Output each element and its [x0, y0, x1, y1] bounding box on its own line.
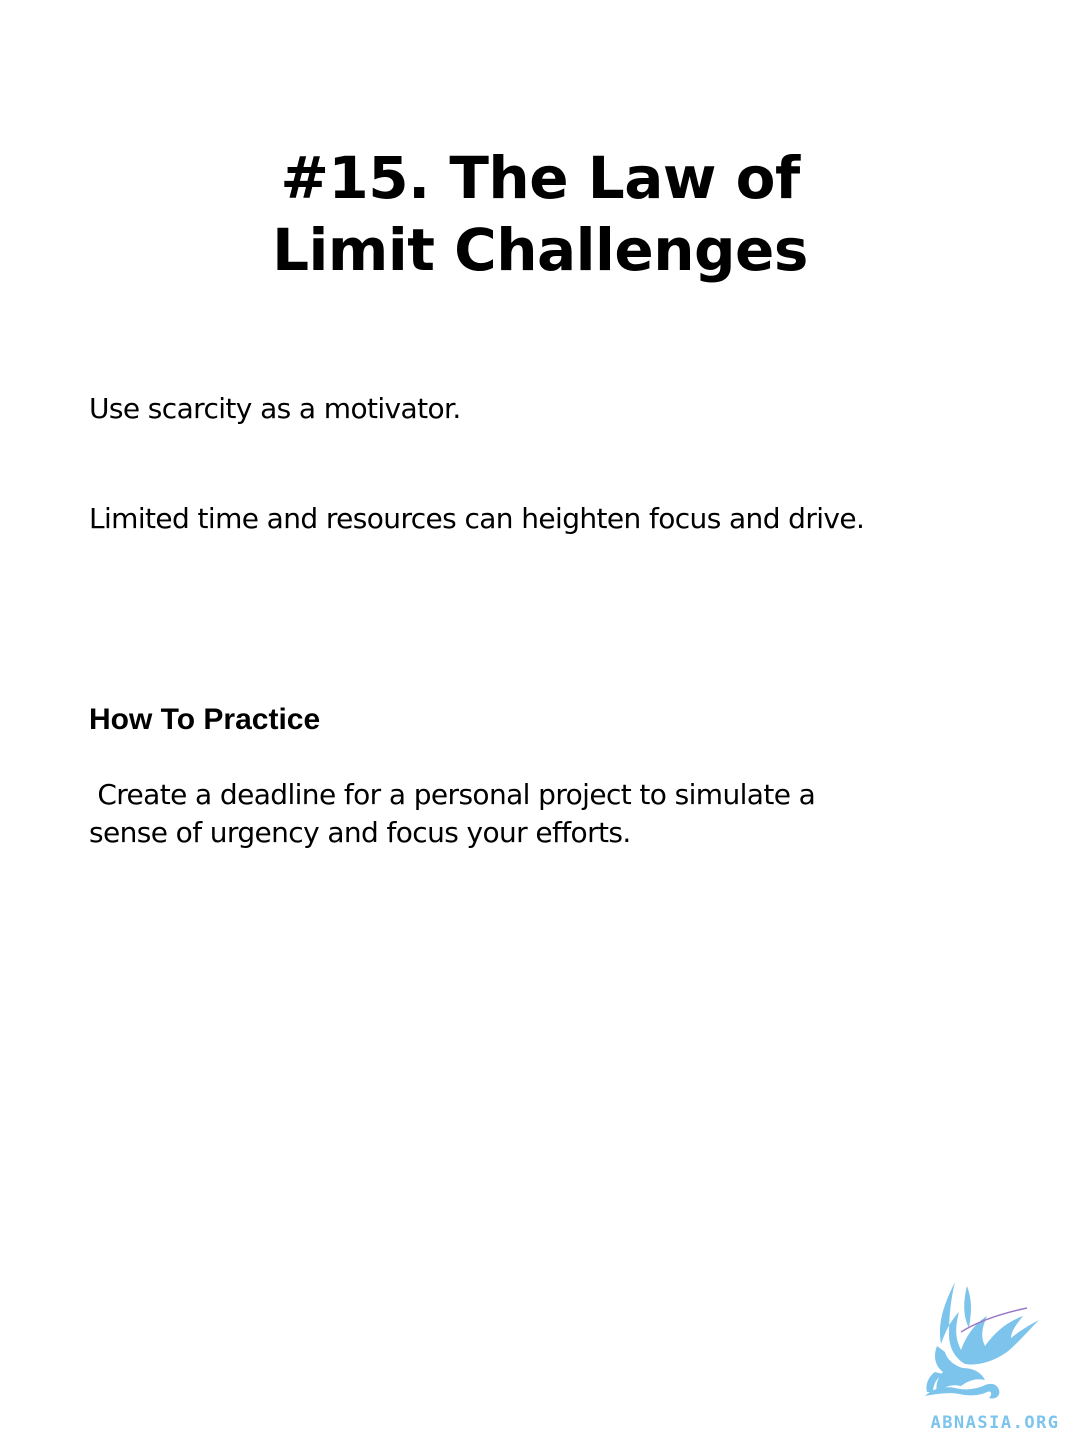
title-line-1: #15. The Law of: [280, 144, 800, 212]
body-line-limited-time: Limited time and resources can heighten …: [89, 502, 865, 535]
practice-text: Create a deadline for a personal project…: [89, 778, 816, 849]
practice-heading: How To Practice: [89, 703, 321, 736]
logo-text: ABNASIA.ORG: [930, 1413, 1059, 1432]
griffin-logo-icon: ABNASIA.ORG: [925, 1282, 1059, 1432]
title-line-2: Limit Challenges: [272, 216, 808, 284]
body-line-scarcity: Use scarcity as a motivator.: [89, 392, 461, 425]
abnasia-logo: ABNASIA.ORG: [915, 1272, 1075, 1432]
slide-title: #15. The Law of Limit Challenges: [0, 142, 1080, 286]
